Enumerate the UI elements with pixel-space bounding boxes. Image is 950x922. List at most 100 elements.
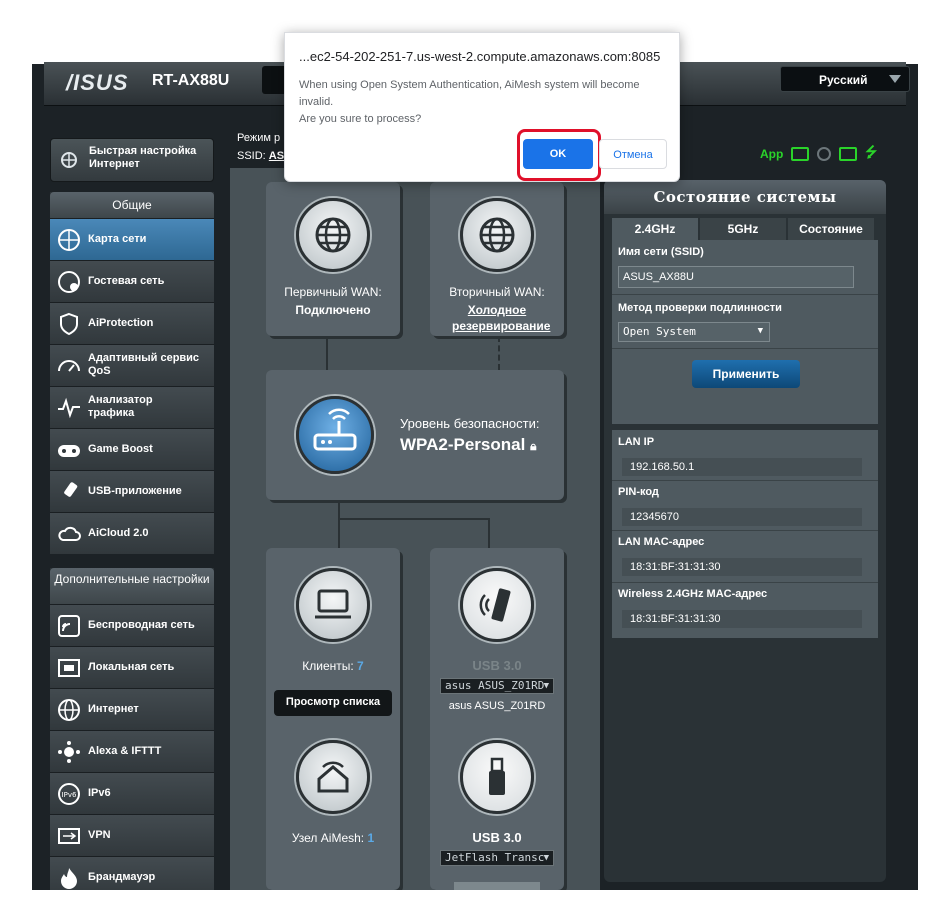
usb1-select-value: asus ASUS_Z01RD xyxy=(445,679,545,692)
apply-button[interactable]: Применить xyxy=(692,360,800,388)
divider xyxy=(612,294,878,295)
menu-item-guest-network[interactable]: Гостевая сеть xyxy=(50,260,214,302)
operation-mode-label: Режим р xyxy=(237,132,281,144)
clients-info: Клиенты: 7 xyxy=(266,658,400,674)
divider xyxy=(612,582,878,583)
speedometer-icon xyxy=(58,360,80,372)
menu-item-label: Alexa & IFTTT xyxy=(88,745,162,757)
security-level-value: WPA2-Personal 🔒︎ xyxy=(400,434,560,457)
ssid-label: Имя сети (SSID) xyxy=(618,246,704,258)
menu-item-aicloud[interactable]: AiCloud 2.0 xyxy=(50,512,214,554)
clients-label: Клиенты: xyxy=(302,659,354,673)
status-icons: App ⭍ xyxy=(760,142,877,166)
wan-wire xyxy=(326,336,328,370)
usb2-label: USB 3.0 xyxy=(472,830,522,845)
secondary-wan-globe xyxy=(460,198,534,272)
wan-status-icon[interactable] xyxy=(839,147,858,161)
firewall-icon xyxy=(61,868,77,889)
menu-item-usb-app[interactable]: USB-приложение xyxy=(50,470,214,512)
menu-item-label: AiProtection xyxy=(88,317,154,329)
tab-24ghz[interactable]: 2.4GHz xyxy=(612,218,698,240)
tab-5ghz[interactable]: 5GHz xyxy=(700,218,786,240)
primary-wan-card[interactable]: Первичный WAN: Подключено xyxy=(266,182,400,336)
usb-status-icon[interactable]: ⭍ xyxy=(865,142,877,166)
primary-wan-globe xyxy=(296,198,370,272)
cancel-button[interactable]: Отмена xyxy=(599,139,667,169)
dialog-origin: ...ec2-54-202-251-7.us-west-2.compute.am… xyxy=(299,49,661,64)
secondary-wan-status-link[interactable]: Холодное резервирование xyxy=(452,302,550,334)
menu-item-ipv6[interactable]: IPv6 IPv6 xyxy=(50,772,214,814)
network-map-icon xyxy=(58,229,80,251)
lan-ip-value: 192.168.50.1 xyxy=(622,458,862,476)
aimesh-circle[interactable] xyxy=(296,740,370,814)
ssid-input[interactable]: ASUS_AX88U xyxy=(618,266,854,288)
secondary-wan-card[interactable]: Вторичный WAN: Холодное резервирование xyxy=(430,182,564,336)
router-circle xyxy=(296,396,374,474)
advanced-menu-title: Дополнительные настройки xyxy=(50,568,214,604)
menu-item-internet[interactable]: Интернет xyxy=(50,688,214,730)
asus-logo: /ISUS xyxy=(66,70,129,95)
usb2-select[interactable]: JetFlash Transc ▼ xyxy=(440,850,554,866)
ok-button[interactable]: OK xyxy=(523,139,593,169)
globe-icon xyxy=(479,217,515,253)
wifi-mac-value: 18:31:BF:31:31:30 xyxy=(622,610,862,628)
usb-card: USB 3.0 asus ASUS_Z01RD ▼ asus ASUS_Z01RD… xyxy=(430,548,564,890)
menu-item-label: Game Boost xyxy=(88,443,153,455)
divider xyxy=(612,480,878,481)
auth-method-select[interactable]: Open System ▼ xyxy=(618,322,770,342)
menu-item-game-boost[interactable]: Game Boost xyxy=(50,428,214,470)
menu-item-label: Адаптивный сервис QoS xyxy=(88,352,200,377)
globe-icon xyxy=(315,217,351,253)
menu-item-label: VPN xyxy=(88,829,111,841)
menu-item-network-map[interactable]: Карта сети xyxy=(50,218,214,260)
app-icon[interactable] xyxy=(791,147,810,161)
menu-item-firewall[interactable]: Брандмауэр xyxy=(50,856,214,890)
quick-setup-label: Быстрая настройка Интернет xyxy=(89,145,197,170)
ssid-header: SSID: AS xyxy=(237,150,284,162)
view-list-button[interactable]: Просмотр списка xyxy=(274,690,392,716)
secondary-wan-wire xyxy=(498,336,500,370)
menu-item-label: Локальная сеть xyxy=(88,661,175,673)
usb1-select[interactable]: asus ASUS_Z01RD ▼ xyxy=(440,678,554,694)
aimesh-info: Узел AiMesh: 1 xyxy=(266,830,400,846)
clients-circle[interactable] xyxy=(296,568,370,642)
wifi-mac-label: Wireless 2.4GHz MAC-адрес xyxy=(618,588,768,600)
chevron-down-icon xyxy=(889,75,901,83)
language-value: Русский xyxy=(819,73,868,87)
usb2-circle[interactable] xyxy=(460,740,534,814)
branch-wire xyxy=(338,518,490,520)
cloud-icon xyxy=(58,526,81,541)
ssid-header-value[interactable]: AS xyxy=(269,150,284,162)
network-map-panel: Первичный WAN: Подключено Вторичный WAN:… xyxy=(230,168,600,890)
language-select[interactable]: Русский xyxy=(780,66,910,92)
system-status-title: Состояние системы xyxy=(604,180,886,214)
menu-item-aiprotection[interactable]: AiProtection xyxy=(50,302,214,344)
menu-item-label: Беспроводная сеть xyxy=(88,619,195,631)
quick-setup-button[interactable]: Быстрая настройка Интернет xyxy=(50,138,214,182)
clients-icon[interactable] xyxy=(817,147,832,161)
clients-count: 7 xyxy=(357,659,364,673)
app-label[interactable]: App xyxy=(760,147,783,161)
router-wire xyxy=(338,500,340,518)
lan-ip-label: LAN IP xyxy=(618,436,655,448)
menu-item-lan[interactable]: Локальная сеть xyxy=(50,646,214,688)
tab-status[interactable]: Состояние xyxy=(788,218,874,240)
primary-wan-status: Подключено xyxy=(295,303,371,317)
clients-wire xyxy=(338,518,340,548)
usb1-circle[interactable] xyxy=(460,568,534,642)
router-card[interactable]: Уровень безопасности: WPA2-Personal 🔒︎ xyxy=(266,370,564,500)
menu-item-vpn[interactable]: VPN xyxy=(50,814,214,856)
security-level-label: Уровень безопасности: xyxy=(400,416,540,431)
menu-item-traffic-analyzer[interactable]: Анализатор трафика xyxy=(50,386,214,428)
aimesh-icon xyxy=(317,761,349,793)
pin-value: 12345670 xyxy=(622,508,862,526)
status-tabs: 2.4GHz 5GHz Состояние xyxy=(612,218,876,240)
general-menu: Общие Карта сети Гостевая сеть AiProtect… xyxy=(50,192,214,554)
usb2-action-button[interactable] xyxy=(454,882,540,890)
computer-icon xyxy=(315,589,351,619)
vpn-icon xyxy=(58,828,80,844)
menu-item-qos[interactable]: Адаптивный сервис QoS xyxy=(50,344,214,386)
advanced-menu: Дополнительные настройки Беспроводная се… xyxy=(50,568,214,890)
menu-item-wireless[interactable]: Беспроводная сеть xyxy=(50,604,214,646)
menu-item-alexa[interactable]: Alexa & IFTTT xyxy=(50,730,214,772)
